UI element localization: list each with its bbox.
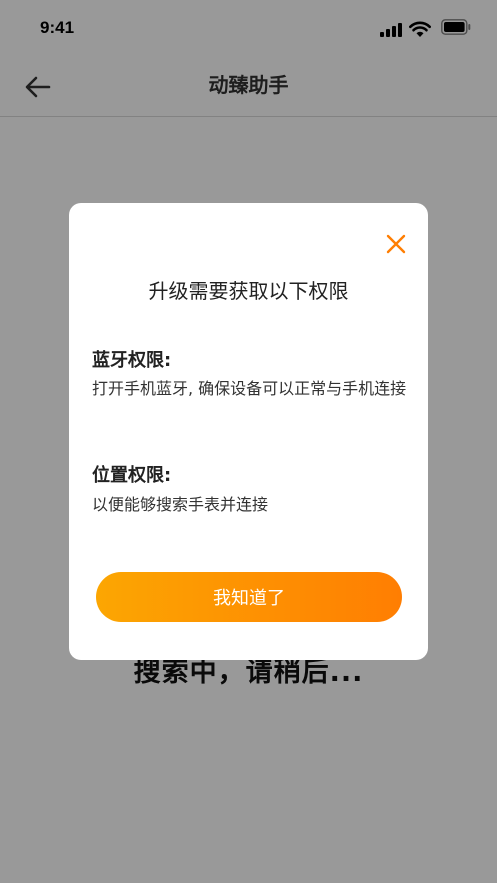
- app-screen: 9:41 动臻助手 搜索中，请稍后... 升级需要获取以下权限 蓝牙权限: 打开…: [0, 0, 497, 883]
- location-permission-text: 以便能够搜索手表并连接: [92, 495, 269, 514]
- bluetooth-permission-heading: 蓝牙权限:: [92, 350, 172, 371]
- bluetooth-permission-text: 打开手机蓝牙, 确保设备可以正常与手机连接: [92, 379, 407, 398]
- permission-dialog: 升级需要获取以下权限 蓝牙权限: 打开手机蓝牙, 确保设备可以正常与手机连接 位…: [69, 203, 428, 660]
- dialog-title: 升级需要获取以下权限: [148, 279, 349, 303]
- confirm-button[interactable]: 我知道了: [96, 572, 402, 622]
- close-icon[interactable]: [385, 233, 407, 255]
- location-permission-heading: 位置权限:: [92, 465, 172, 486]
